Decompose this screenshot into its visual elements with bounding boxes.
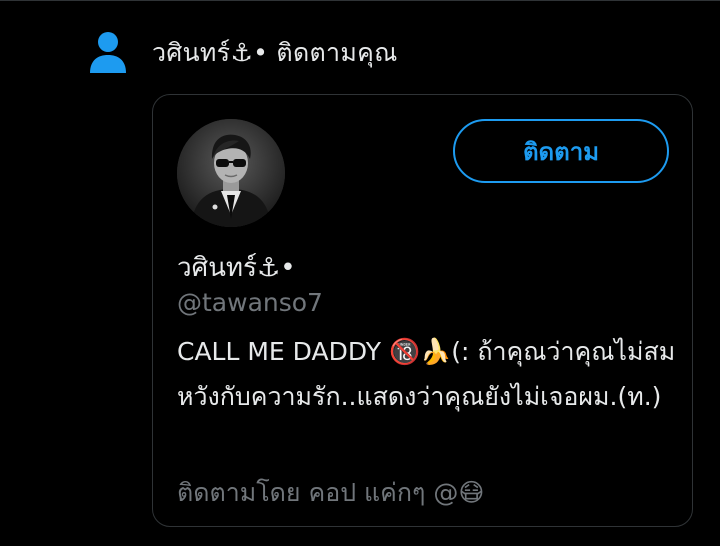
bio-text: CALL ME DADDY 🔞🍌(: ถ้าคุณว่าคุณไม่สมหวัง… <box>177 337 676 411</box>
follow-button[interactable]: ติดตาม <box>453 119 669 183</box>
top-divider <box>0 0 720 1</box>
avatar[interactable] <box>177 119 285 227</box>
notification-text: วศินทร์⚓• ติดตามคุณ <box>152 38 398 67</box>
display-name[interactable]: วศินทร์⚓• <box>177 247 296 288</box>
person-icon <box>88 31 128 75</box>
followed-by-text[interactable]: ติดตามโดย คอป แค่กๆ @😷 <box>177 473 484 513</box>
profile-card[interactable]: ติดตาม วศินทร์⚓• @tawanso7 CALL ME DADDY… <box>152 94 693 527</box>
handle[interactable]: @tawanso7 <box>177 288 323 317</box>
follow-notification[interactable]: วศินทร์⚓• ติดตามคุณ <box>88 28 398 78</box>
